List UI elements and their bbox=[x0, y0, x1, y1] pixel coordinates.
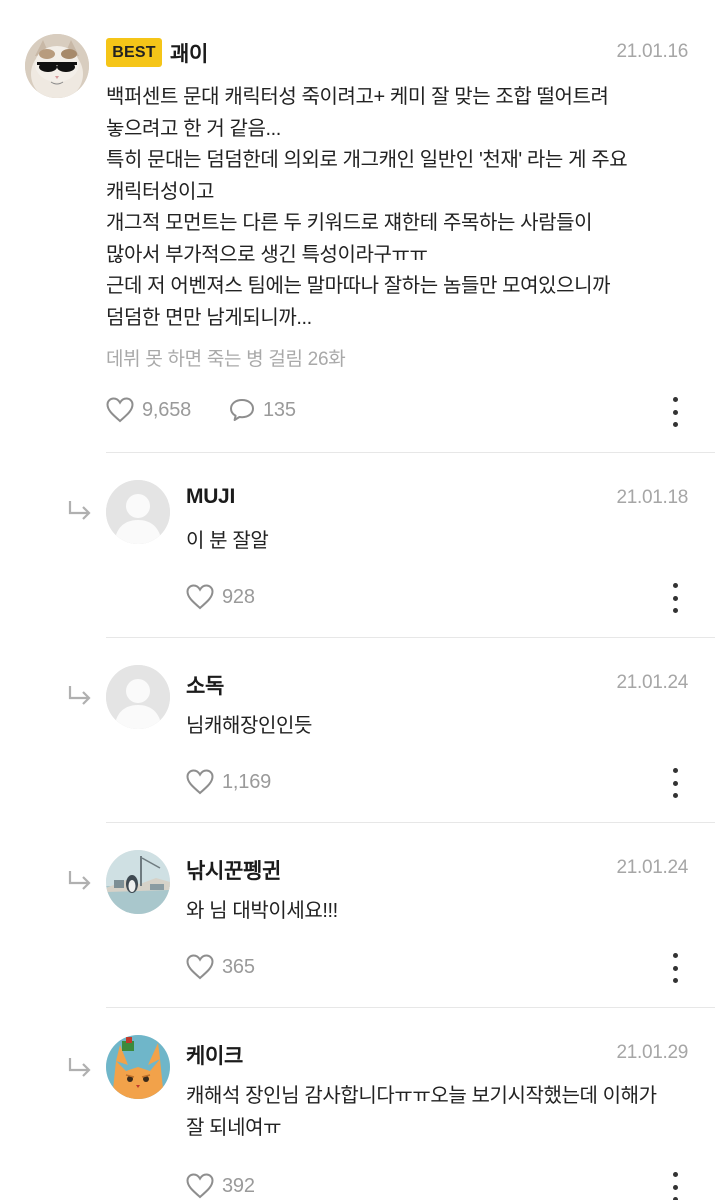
like-button[interactable]: 392 bbox=[186, 1173, 255, 1199]
comment-date: 21.01.16 bbox=[616, 41, 688, 62]
speech-bubble-icon bbox=[230, 399, 254, 421]
reply-comment: 낚시꾼펭귄 21.01.24 와 님 대박이세요!!! 365 bbox=[0, 823, 715, 1007]
like-count: 9,658 bbox=[142, 398, 192, 421]
penguin-photo-avatar[interactable] bbox=[106, 850, 170, 914]
best-badge: BEST bbox=[106, 38, 162, 67]
like-button[interactable]: 1,169 bbox=[186, 769, 271, 795]
heart-icon bbox=[186, 584, 214, 610]
comment-author[interactable]: 괘이 bbox=[170, 38, 208, 68]
comment-text: 이 분 잘알 bbox=[186, 530, 269, 552]
like-count: 928 bbox=[222, 585, 255, 608]
reply-arrow-icon bbox=[66, 684, 94, 708]
more-vertical-icon[interactable] bbox=[663, 581, 687, 615]
comment-date: 21.01.24 bbox=[616, 672, 688, 693]
heart-icon bbox=[106, 397, 134, 423]
more-vertical-icon[interactable] bbox=[663, 1170, 687, 1200]
reply-comment: 케이크 21.01.29 캐해석 장인님 감사합니다ㅠㅠ오늘 보기시작했는데 이… bbox=[0, 1008, 715, 1200]
reply-button[interactable]: 135 bbox=[229, 398, 296, 422]
comment-author[interactable]: MUJI bbox=[186, 485, 235, 509]
reply-arrow-icon bbox=[66, 499, 94, 523]
comment-author[interactable]: 낚시꾼펭귄 bbox=[186, 855, 281, 885]
default-user-avatar[interactable] bbox=[106, 480, 170, 544]
like-button[interactable]: 9,658 bbox=[106, 397, 191, 423]
comment-text: 님캐해장인인듯 bbox=[186, 715, 312, 737]
comment-author[interactable]: 소독 bbox=[186, 670, 224, 700]
comment-text: 백퍼센트 문대 캐릭터성 죽이려고+ 케미 잘 맞는 조합 떨어트려 놓으려고 … bbox=[106, 86, 628, 329]
like-count: 392 bbox=[222, 1174, 255, 1197]
reply-arrow-icon bbox=[66, 1056, 94, 1080]
reply-count: 135 bbox=[263, 398, 296, 421]
default-user-avatar[interactable] bbox=[106, 665, 170, 729]
reply-comment: 소독 21.01.24 님캐해장인인듯 1,169 bbox=[0, 638, 715, 822]
episode-link[interactable]: 데뷔 못 하면 죽는 병 걸림 26화 bbox=[106, 344, 346, 371]
comment-date: 21.01.18 bbox=[616, 487, 688, 508]
more-vertical-icon[interactable] bbox=[663, 766, 687, 800]
comment-date: 21.01.29 bbox=[616, 1042, 688, 1063]
like-button[interactable]: 365 bbox=[186, 954, 255, 980]
more-vertical-icon[interactable] bbox=[663, 395, 687, 429]
like-count: 365 bbox=[222, 955, 255, 978]
heart-icon bbox=[186, 954, 214, 980]
comment-date: 21.01.24 bbox=[616, 857, 688, 878]
heart-icon bbox=[186, 1173, 214, 1199]
cat-sunglasses-avatar[interactable] bbox=[25, 34, 89, 98]
comment-author[interactable]: 케이크 bbox=[186, 1040, 243, 1070]
like-count: 1,169 bbox=[222, 770, 272, 793]
orange-cat-avatar[interactable] bbox=[106, 1035, 170, 1099]
best-comment: BEST 괘이 21.01.16 백퍼센트 문대 캐릭터성 죽이려고+ 케미 잘… bbox=[0, 0, 715, 452]
more-vertical-icon[interactable] bbox=[663, 951, 687, 985]
heart-icon bbox=[186, 769, 214, 795]
comment-text: 캐해석 장인님 감사합니다ㅠㅠ오늘 보기시작했는데 이해가 잘 되네여ㅠ bbox=[186, 1085, 657, 1139]
reply-arrow-icon bbox=[66, 869, 94, 893]
comment-text: 와 님 대박이세요!!! bbox=[186, 900, 338, 922]
like-button[interactable]: 928 bbox=[186, 584, 255, 610]
reply-comment: MUJI 21.01.18 이 분 잘알 928 bbox=[0, 453, 715, 637]
